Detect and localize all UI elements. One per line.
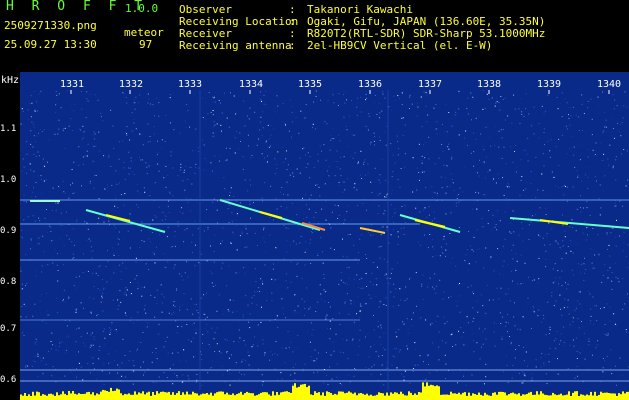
antenna-colon: :: [289, 39, 296, 52]
time-tick-label: 1340: [597, 79, 622, 90]
freq-tick-label: 0.7: [0, 324, 17, 334]
time-tick-label: 1337: [418, 79, 443, 90]
capture-datetime: 25.09.27 13:30: [4, 38, 97, 51]
antenna-value: 2el-HB9CV Vertical (el. E-W): [307, 39, 493, 52]
time-tick-label: 1332: [119, 79, 144, 90]
meteor-trace: [259, 211, 283, 219]
header-panel: H R O F F T 1.0.0 2509271330.png meteor …: [0, 0, 629, 72]
spectrogram-canvas: [20, 90, 629, 400]
image-filename: 2509271330.png: [4, 19, 97, 32]
freq-tick-label: 1.0: [0, 175, 17, 185]
time-tick-marks: [70, 90, 610, 94]
time-tick-label: 1336: [358, 79, 383, 90]
freq-tick-label: 0.8: [0, 277, 17, 287]
time-tick-label: 1333: [178, 79, 203, 90]
frequency-unit-label: kHz: [1, 75, 20, 86]
time-tick-label: 1331: [60, 79, 85, 90]
meteor-trace: [105, 214, 131, 222]
spectrogram-plot: [20, 90, 629, 400]
meteor-trace: [359, 227, 386, 234]
antenna-label: Receiving antenna: [179, 39, 292, 52]
time-axis: 1331 1332 1333 1334 1335 1336 1337 1338 …: [20, 72, 629, 90]
freq-tick-label: 1.1: [0, 124, 17, 134]
time-tick-label: 1338: [477, 79, 502, 90]
signal-envelope: [20, 382, 629, 400]
freq-tick-label: 0.9: [0, 226, 17, 236]
freq-tick-label: 0.6: [0, 375, 17, 385]
time-tick-label: 1334: [239, 79, 264, 90]
app-version: 1.0.0: [125, 2, 159, 15]
meteor-trace: [85, 209, 166, 233]
meteor-count: 97: [139, 38, 153, 51]
time-tick-label: 1335: [298, 79, 323, 90]
noise-texture: [20, 90, 629, 386]
frequency-axis: kHz 1.1 1.0 0.9 0.8 0.7 0.6: [0, 72, 20, 400]
time-tick-label: 1339: [537, 79, 562, 90]
